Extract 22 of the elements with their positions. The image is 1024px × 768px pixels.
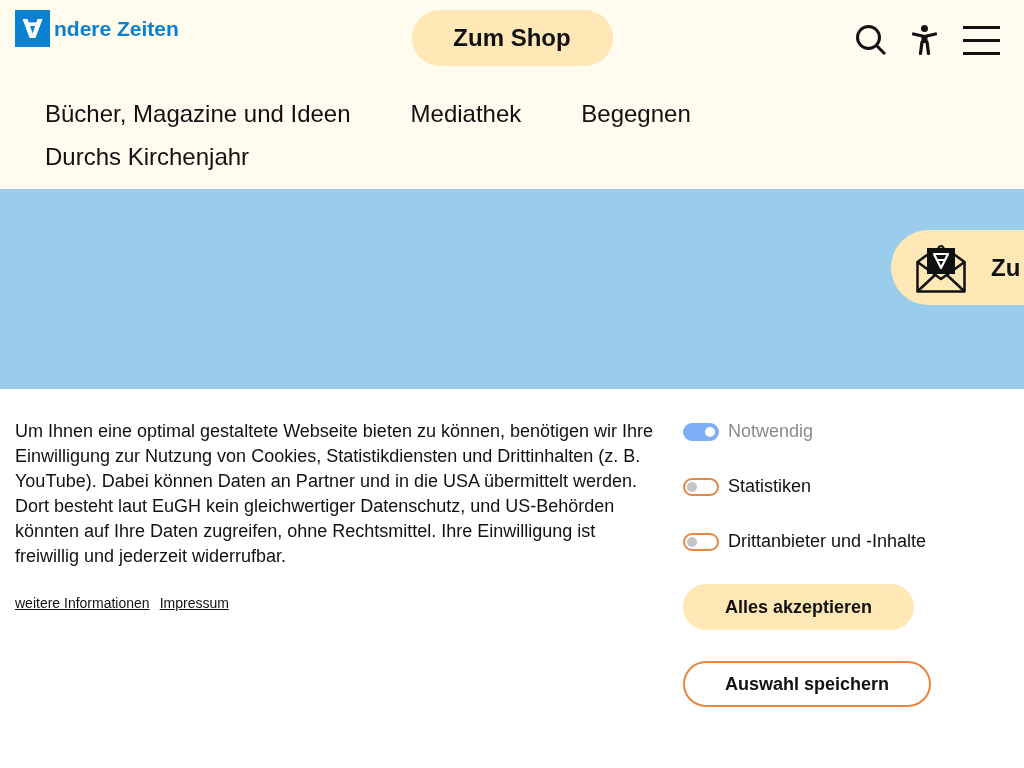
menu-icon[interactable] <box>963 25 1000 55</box>
nav-link[interactable]: Durchs Kirchenjahr <box>45 135 250 178</box>
info-link[interactable]: weitere Informationen <box>15 594 150 612</box>
consent-button[interactable]: Auswahl speichern <box>683 661 932 707</box>
nav-link[interactable]: Begegnen <box>581 92 691 135</box>
info-link[interactable]: Impressum <box>159 594 229 612</box>
toggle-switch[interactable] <box>683 532 719 551</box>
logo-mark[interactable]: ∀ <box>15 10 50 47</box>
envelope-icon <box>916 242 966 293</box>
shop-button[interactable]: Zum Shop <box>411 10 613 66</box>
nav-link[interactable]: Bücher, Magazine und Ideen <box>45 92 351 135</box>
toggle-switch[interactable] <box>683 477 719 496</box>
consent-text: Um Ihnen eine optimal gestaltete Webseite bieten zu können, benötigen wir Ihre Einwilligung zur Nutzung von Cookies, Statistikdiensten und Drittinhalten (z. B. YouTube). Dabei können Daten an Partner und in die USA übermittelt werden. Dort besteht laut EuGH kein gleichwertiger Datenschutz, und US-Behörden könnten auf Ihre Daten zugreifen, ohne Rechtsmittel. Ihre Einwilligung ist freiwillig und jederzeit widerrufbar. <box>15 420 655 568</box>
toggle-label: Statistiken <box>728 475 812 498</box>
toggle-label: Notwendig <box>728 420 814 443</box>
toggle-label: Drittanbieter und -Inhalte <box>728 530 927 553</box>
logo-text[interactable]: ndere Zeiten <box>54 18 179 39</box>
newsletter-button[interactable]: Zu <box>891 230 1024 305</box>
search-icon[interactable] <box>856 25 886 55</box>
accessibility-icon[interactable] <box>912 25 937 55</box>
consent-button[interactable]: Alles akzeptieren <box>683 584 915 630</box>
nav-link[interactable]: Mediathek <box>410 92 522 135</box>
